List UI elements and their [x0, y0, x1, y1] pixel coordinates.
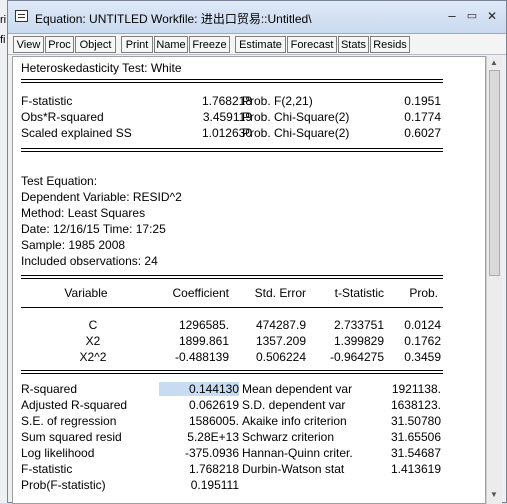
- stat-value: 1.768218: [188, 462, 239, 476]
- stat-label: R-squared: [21, 382, 78, 396]
- stat-label: Adjusted R-squared: [21, 398, 128, 412]
- table-cell: 1899.861: [178, 334, 229, 348]
- equation-info-line: Method: Least Squares: [21, 206, 146, 220]
- summary-value: 3.459119: [202, 110, 252, 124]
- table-cell: 1296585.: [178, 318, 229, 332]
- view-button[interactable]: View: [13, 36, 44, 53]
- table-cell: 1357.209: [255, 334, 306, 348]
- summary-prob-label: Prob. F(2,21): [242, 94, 313, 108]
- minimize-icon[interactable]: –: [444, 8, 460, 24]
- summary-prob-label: Prob. Chi-Square(2): [242, 110, 350, 124]
- stat-label: Schwarz criterion: [242, 430, 335, 444]
- stat-value: 1638123.: [390, 398, 441, 412]
- divider: [21, 148, 443, 152]
- table-cell: 0.1762: [404, 334, 441, 348]
- column-header: Std. Error: [254, 286, 306, 300]
- equation-info-line: Included observations: 24: [21, 254, 158, 268]
- stat-value: -375.0936: [184, 446, 239, 460]
- table-cell: 1.399829: [333, 334, 384, 348]
- column-header: Prob.: [409, 286, 438, 300]
- summary-prob-label: Prob. Chi-Square(2): [242, 126, 350, 140]
- stat-value: 31.50780: [390, 414, 441, 428]
- stat-value: 1921138.: [391, 382, 441, 396]
- stat-value: 31.65506: [390, 430, 441, 444]
- table-cell: 2.733751: [333, 318, 384, 332]
- equation-info-line: Sample: 1985 2008: [21, 238, 126, 252]
- name-button[interactable]: Name: [154, 36, 188, 53]
- stat-label: S.D. dependent var: [242, 398, 346, 412]
- resids-button[interactable]: Resids: [370, 36, 410, 53]
- equation-info-line: Test Equation:: [21, 174, 98, 188]
- stat-label: Log likelihood: [21, 446, 95, 460]
- stat-label: Hannan-Quinn criter.: [242, 446, 353, 460]
- toolbar: View Proc Object Print Name Freeze Estim…: [8, 34, 506, 55]
- background-window-text: ri: [0, 14, 7, 26]
- stat-value: 0.195111: [190, 478, 239, 492]
- print-button[interactable]: Print: [121, 36, 153, 53]
- table-cell: 0.3459: [404, 350, 441, 364]
- equation-info-line: Date: 12/16/15 Time: 17:25: [21, 222, 166, 236]
- forecast-button[interactable]: Forecast: [287, 36, 337, 53]
- summary-prob: 0.1774: [404, 110, 441, 124]
- test-title: Heteroskedasticity Test: White: [21, 61, 182, 75]
- object-button[interactable]: Object: [75, 36, 116, 53]
- table-cell: -0.964275: [329, 350, 384, 364]
- output-pane[interactable]: Heteroskedasticity Test: White F-statist…: [12, 56, 486, 504]
- stat-label: Durbin-Watson stat: [242, 462, 345, 476]
- divider: [21, 275, 443, 279]
- summary-prob: 0.6027: [404, 126, 441, 140]
- stat-label: Prob(F-statistic): [21, 478, 106, 492]
- stat-label: Mean dependent var: [242, 382, 353, 396]
- table-cell: X2: [85, 334, 101, 348]
- stat-value: 5.28E+13: [187, 430, 239, 444]
- equation-window: Equation: UNTITLED Workfile: 进出口贸易::Unti…: [7, 0, 507, 504]
- scroll-down-icon[interactable]: ▼: [490, 490, 498, 499]
- summary-label: Scaled explained SS: [21, 126, 132, 140]
- stat-value: 31.54687: [390, 446, 441, 460]
- stat-value-selected[interactable]: 0.144130: [159, 382, 239, 396]
- summary-value: 1.768218: [201, 94, 252, 108]
- divider: [21, 79, 443, 83]
- table-cell: 0.0124: [404, 318, 441, 332]
- column-header: Variable: [64, 286, 108, 300]
- scroll-up-icon[interactable]: ▲: [490, 58, 498, 67]
- column-header: Coefficient: [172, 286, 229, 300]
- stat-value: 0.062619: [188, 398, 239, 412]
- stat-label: Akaike info criterion: [242, 414, 347, 428]
- close-icon[interactable]: ✕: [484, 8, 500, 24]
- background-window-text: fi: [0, 34, 6, 46]
- divider: [21, 307, 443, 308]
- equation-info-line: Dependent Variable: RESID^2: [21, 190, 182, 204]
- vertical-scrollbar[interactable]: ▲ ▼: [486, 56, 502, 504]
- summary-label: F-statistic: [21, 94, 73, 108]
- proc-button[interactable]: Proc: [45, 36, 74, 53]
- scroll-thumb[interactable]: [489, 70, 500, 276]
- summary-label: Obs*R-squared: [21, 110, 104, 124]
- summary-value: 1.012630: [201, 126, 252, 140]
- table-cell: -0.488139: [174, 350, 229, 364]
- window-title: Equation: UNTITLED Workfile: 进出口贸易::Unti…: [35, 12, 312, 26]
- freeze-button[interactable]: Freeze: [189, 36, 230, 53]
- table-cell: 474287.9: [255, 318, 306, 332]
- estimate-button[interactable]: Estimate: [235, 36, 286, 53]
- window-icon[interactable]: [15, 10, 28, 22]
- stat-value: 1586005.: [188, 414, 239, 428]
- column-header: t-Statistic: [334, 286, 384, 300]
- table-cell: C: [88, 318, 98, 332]
- stat-label: Sum squared resid: [21, 430, 122, 444]
- stat-value: 1.413619: [390, 462, 441, 476]
- summary-prob: 0.1951: [404, 94, 441, 108]
- restore-icon[interactable]: ▭: [464, 8, 480, 24]
- divider: [21, 370, 443, 374]
- title-bar[interactable]: Equation: UNTITLED Workfile: 进出口贸易::Unti…: [8, 1, 506, 34]
- stats-button[interactable]: Stats: [338, 36, 369, 53]
- stat-label: F-statistic: [21, 462, 73, 476]
- table-cell: 0.506224: [255, 350, 306, 364]
- table-cell: X2^2: [79, 350, 107, 364]
- stat-label: S.E. of regression: [21, 414, 117, 428]
